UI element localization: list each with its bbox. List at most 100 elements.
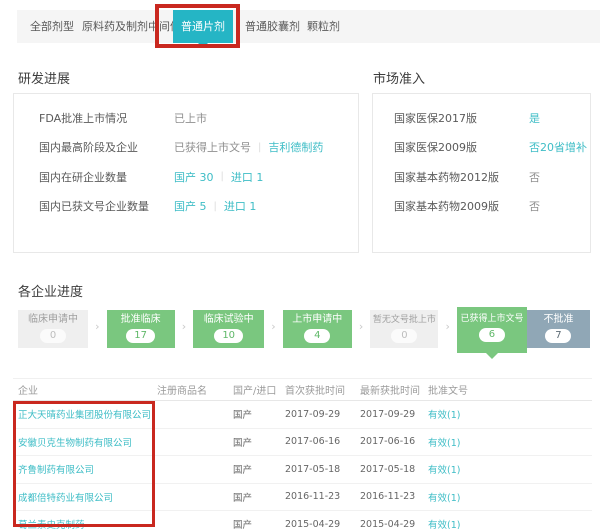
company-link[interactable]: 葛兰素史克制药 [13, 517, 157, 529]
col-header-license: 批准文号 [428, 382, 592, 397]
origin-cell: 国产 [233, 462, 285, 476]
company-link-gilead[interactable]: 吉利德制药 [268, 139, 323, 155]
table-row: 齐鲁制药有限公司 国产 2017-05-18 2017-05-18 有效(1) [13, 456, 592, 484]
latest-date-cell: 2017-09-29 [360, 409, 428, 420]
rd-progress-card: FDA批准上市情况 已上市 国内最高阶段及企业 已获得上市文号 | 吉利德制药 … [13, 93, 359, 253]
stage-label: 已获得上市文号 [457, 313, 527, 325]
domestic-count-link[interactable]: 国产 30 [174, 169, 214, 185]
rd-row-label: 国内已获文号企业数量 [39, 198, 174, 214]
first-date-cell: 2015-04-29 [285, 519, 360, 529]
stage-clinical-applying[interactable]: 临床申请中 0 [18, 310, 88, 348]
origin-cell: 国产 [233, 407, 285, 421]
company-progress-title: 各企业进度 [18, 281, 83, 300]
stage-label: 上市申请中 [283, 314, 352, 326]
value-separator: | [258, 142, 261, 153]
progress-pipeline: 临床申请中 0 › 批准临床 17 › 临床试验中 10 › 上市申请中 4 ›… [18, 307, 590, 353]
stage-count-badge: 4 [304, 329, 330, 343]
stage-no-license[interactable]: 暂无文号批上市 0 [370, 310, 438, 348]
import-count-link[interactable]: 进口 1 [224, 198, 257, 214]
ma-row-label: 国家基本药物2009版 [394, 198, 529, 214]
license-link[interactable]: 有效(1) [428, 407, 592, 421]
tab-plain-tablet-selected[interactable]: 普通片剂 [173, 10, 233, 43]
fda-status-value: 已上市 [174, 110, 207, 126]
pharma-detail-page: 全部剂型 原料药及制剂中间体 普通片剂 普通胶囊剂 颗粒剂 研发进展 市场准入 … [0, 0, 600, 529]
col-header-latest: 最新获批时间 [360, 382, 428, 397]
chevron-right-icon: › [175, 322, 194, 332]
ma-row-nrdl2009: 国家医保2009版 否20省增补 [394, 133, 590, 163]
first-date-cell: 2017-05-18 [285, 464, 360, 475]
company-link[interactable]: 正大天晴药业集团股份有限公司 [13, 407, 157, 421]
import-count-link[interactable]: 进口 1 [231, 169, 264, 185]
tab-api-intermediates[interactable]: 原料药及制剂中间体 [82, 10, 181, 43]
companies-table: 企业 注册商品名 国产/进口 首次获批时间 最新获批时间 批准文号 正大天晴药业… [13, 378, 592, 529]
stage-label: 不批准 [527, 314, 590, 326]
company-link[interactable]: 齐鲁制药有限公司 [13, 462, 157, 476]
rd-row-fda: FDA批准上市情况 已上市 [39, 103, 358, 133]
rd-row-active-companies: 国内在研企业数量 国产 30 | 进口 1 [39, 162, 358, 192]
stage-count-badge: 0 [40, 329, 66, 343]
domestic-count-link[interactable]: 国产 5 [174, 198, 207, 214]
market-access-title: 市场准入 [373, 68, 425, 87]
dosage-form-tabbar: 全部剂型 原料药及制剂中间体 普通片剂 普通胶囊剂 颗粒剂 [17, 10, 600, 43]
stage-count-badge: 7 [545, 329, 571, 343]
rd-row-label: 国内在研企业数量 [39, 169, 174, 185]
license-link[interactable]: 有效(1) [428, 462, 592, 476]
company-link[interactable]: 安徽贝克生物制药有限公司 [13, 435, 157, 449]
latest-date-cell: 2015-04-29 [360, 519, 428, 529]
table-row: 葛兰素史克制药 国产 2015-04-29 2015-04-29 有效(1) [13, 511, 592, 529]
stage-rejected[interactable]: 不批准 7 [527, 310, 590, 348]
stage-count-badge: 0 [391, 329, 417, 343]
ma-row-eml2012: 国家基本药物2012版 否 [394, 162, 590, 192]
stage-label: 临床试验中 [193, 314, 264, 326]
tab-all-dosage-forms[interactable]: 全部剂型 [30, 10, 74, 43]
table-header-row: 企业 注册商品名 国产/进口 首次获批时间 最新获批时间 批准文号 [13, 379, 592, 401]
tab-capsule[interactable]: 普通胶囊剂 [245, 10, 300, 43]
highest-stage-value: 已获得上市文号 [174, 139, 251, 155]
nrdl2017-value: 是 [529, 110, 540, 126]
table-row: 安徽贝克生物制药有限公司 国产 2017-06-16 2017-06-16 有效… [13, 429, 592, 457]
company-link[interactable]: 成都倍特药业有限公司 [13, 490, 157, 504]
rd-row-highest-stage: 国内最高阶段及企业 已获得上市文号 | 吉利德制药 [39, 133, 358, 163]
ma-row-label: 国家医保2017版 [394, 110, 529, 126]
ma-row-label: 国家医保2009版 [394, 139, 529, 155]
latest-date-cell: 2016-11-23 [360, 491, 428, 502]
col-header-company: 企业 [13, 382, 157, 397]
stage-label: 批准临床 [107, 314, 175, 326]
chevron-right-icon: › [264, 322, 283, 332]
chevron-right-icon: › [88, 322, 107, 332]
rd-progress-title: 研发进展 [18, 68, 70, 87]
nrdl2009-value: 否20省增补 [529, 139, 587, 155]
first-date-cell: 2017-06-16 [285, 436, 360, 447]
eml2012-value: 否 [529, 169, 540, 185]
stage-nda-filed[interactable]: 上市申请中 4 [283, 310, 352, 348]
stage-licensed-selected[interactable]: 已获得上市文号 6 [457, 307, 527, 353]
origin-cell: 国产 [233, 517, 285, 529]
ma-row-nrdl2017: 国家医保2017版 是 [394, 103, 590, 133]
chevron-right-icon: › [438, 322, 457, 332]
ma-row-label: 国家基本药物2012版 [394, 169, 529, 185]
chevron-right-icon: › [352, 322, 371, 332]
value-separator: | [214, 201, 217, 212]
license-link[interactable]: 有效(1) [428, 490, 592, 504]
origin-cell: 国产 [233, 435, 285, 449]
rd-row-licensed-companies: 国内已获文号企业数量 国产 5 | 进口 1 [39, 192, 358, 222]
first-date-cell: 2017-09-29 [285, 409, 360, 420]
latest-date-cell: 2017-06-16 [360, 436, 428, 447]
stage-in-trial[interactable]: 临床试验中 10 [193, 310, 264, 348]
tab-granule[interactable]: 颗粒剂 [307, 10, 340, 43]
col-header-brand: 注册商品名 [157, 382, 233, 397]
stage-count-badge: 10 [214, 329, 243, 343]
stage-count-badge: 17 [126, 329, 155, 343]
value-separator: | [221, 171, 224, 182]
license-link[interactable]: 有效(1) [428, 435, 592, 449]
table-row: 成都倍特药业有限公司 国产 2016-11-23 2016-11-23 有效(1… [13, 484, 592, 512]
license-link[interactable]: 有效(1) [428, 517, 592, 529]
rd-row-label: FDA批准上市情况 [39, 110, 174, 126]
rd-row-label: 国内最高阶段及企业 [39, 139, 174, 155]
eml2009-value: 否 [529, 198, 540, 214]
stage-count-badge: 6 [479, 328, 505, 342]
table-row: 正大天晴药业集团股份有限公司 国产 2017-09-29 2017-09-29 … [13, 401, 592, 429]
stage-clinical-approved[interactable]: 批准临床 17 [107, 310, 175, 348]
stage-label: 临床申请中 [18, 314, 88, 326]
ma-row-eml2009: 国家基本药物2009版 否 [394, 192, 590, 222]
